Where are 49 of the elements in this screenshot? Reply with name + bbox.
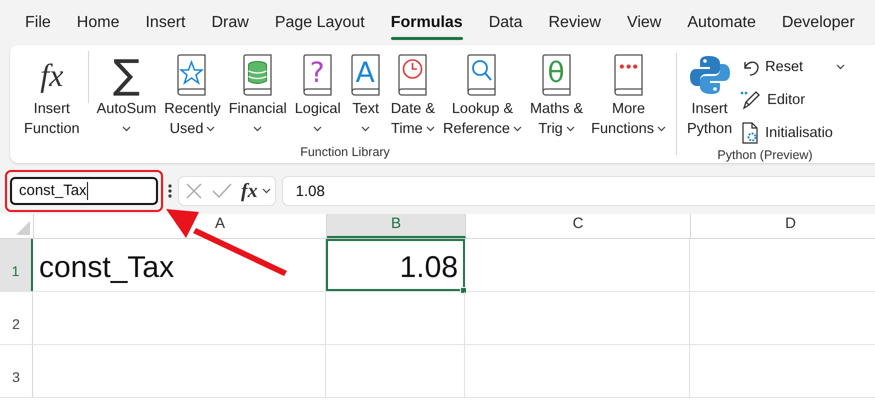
fill-handle[interactable] — [460, 287, 467, 294]
group-title: Python (Preview) — [717, 148, 813, 163]
document-gear-icon — [740, 122, 760, 144]
ribbon-button[interactable]: ∑ AutoSum — [92, 51, 160, 139]
ribbon-button[interactable]: ? Logical — [290, 51, 345, 139]
select-all-icon[interactable] — [15, 220, 31, 236]
ribbon-small-button[interactable]: Editor — [738, 84, 848, 115]
ribbon-button[interactable]: Date & Time — [386, 51, 440, 139]
menu-tab[interactable]: Formulas — [378, 0, 476, 45]
menu-tab[interactable]: View — [614, 0, 674, 45]
ribbon-button[interactable]: Insert Python — [683, 51, 736, 139]
menu-tab[interactable]: Page Layout — [262, 0, 378, 45]
menu-tab[interactable]: Home — [64, 0, 132, 45]
name-box[interactable]: const_Tax — [10, 177, 158, 205]
formula-field[interactable]: 1.08 — [282, 176, 875, 206]
enter-icon[interactable] — [211, 182, 233, 200]
group-title: Function Library — [300, 145, 390, 161]
column-header[interactable]: C — [466, 214, 691, 238]
function-icon: fx — [40, 53, 64, 97]
cell-text: const_Tax — [39, 251, 174, 285]
ribbon-button[interactable]: Financial — [224, 51, 291, 139]
row-header[interactable]: 2 — [0, 292, 33, 344]
cell-text: 1.08 — [400, 251, 458, 285]
cancel-icon[interactable] — [185, 182, 203, 200]
column-header[interactable]: B — [327, 214, 466, 238]
chevron-icon — [262, 188, 271, 194]
menu-tab[interactable]: Developer — [768, 0, 868, 45]
row-header[interactable]: 3 — [0, 345, 33, 397]
ribbon-button[interactable]: θ Maths & Trig — [526, 51, 588, 139]
menu-tab[interactable]: File — [12, 0, 64, 45]
ribbon-button[interactable]: Recently Used — [160, 51, 225, 139]
menu-tab[interactable]: Data — [476, 0, 536, 45]
insert-function-button[interactable]: fx — [241, 181, 258, 201]
ribbon-button[interactable]: Lookup & Reference — [439, 51, 526, 139]
menu-tab[interactable]: Insert — [132, 0, 198, 45]
ribbon-small-button[interactable]: Reset — [738, 51, 848, 82]
ribbon-button[interactable]: fx Insert Function — [20, 51, 84, 139]
ribbon-button[interactable]: A Text — [344, 51, 387, 139]
python-icon — [688, 53, 732, 97]
ribbon-button[interactable]: ••• More Functions — [587, 51, 670, 139]
more-options-icon — [168, 183, 172, 199]
row-header[interactable]: 1 — [0, 239, 33, 291]
column-header[interactable]: D — [691, 214, 875, 238]
menu-tab[interactable]: Review — [536, 0, 614, 45]
menu-tab[interactable]: Draw — [198, 0, 262, 45]
sigma-icon: ∑ — [112, 53, 140, 97]
pencil-icon — [740, 90, 762, 110]
ribbon-small-button[interactable]: Initialisatio — [738, 117, 848, 148]
menu-tab[interactable]: Automate — [674, 0, 769, 45]
